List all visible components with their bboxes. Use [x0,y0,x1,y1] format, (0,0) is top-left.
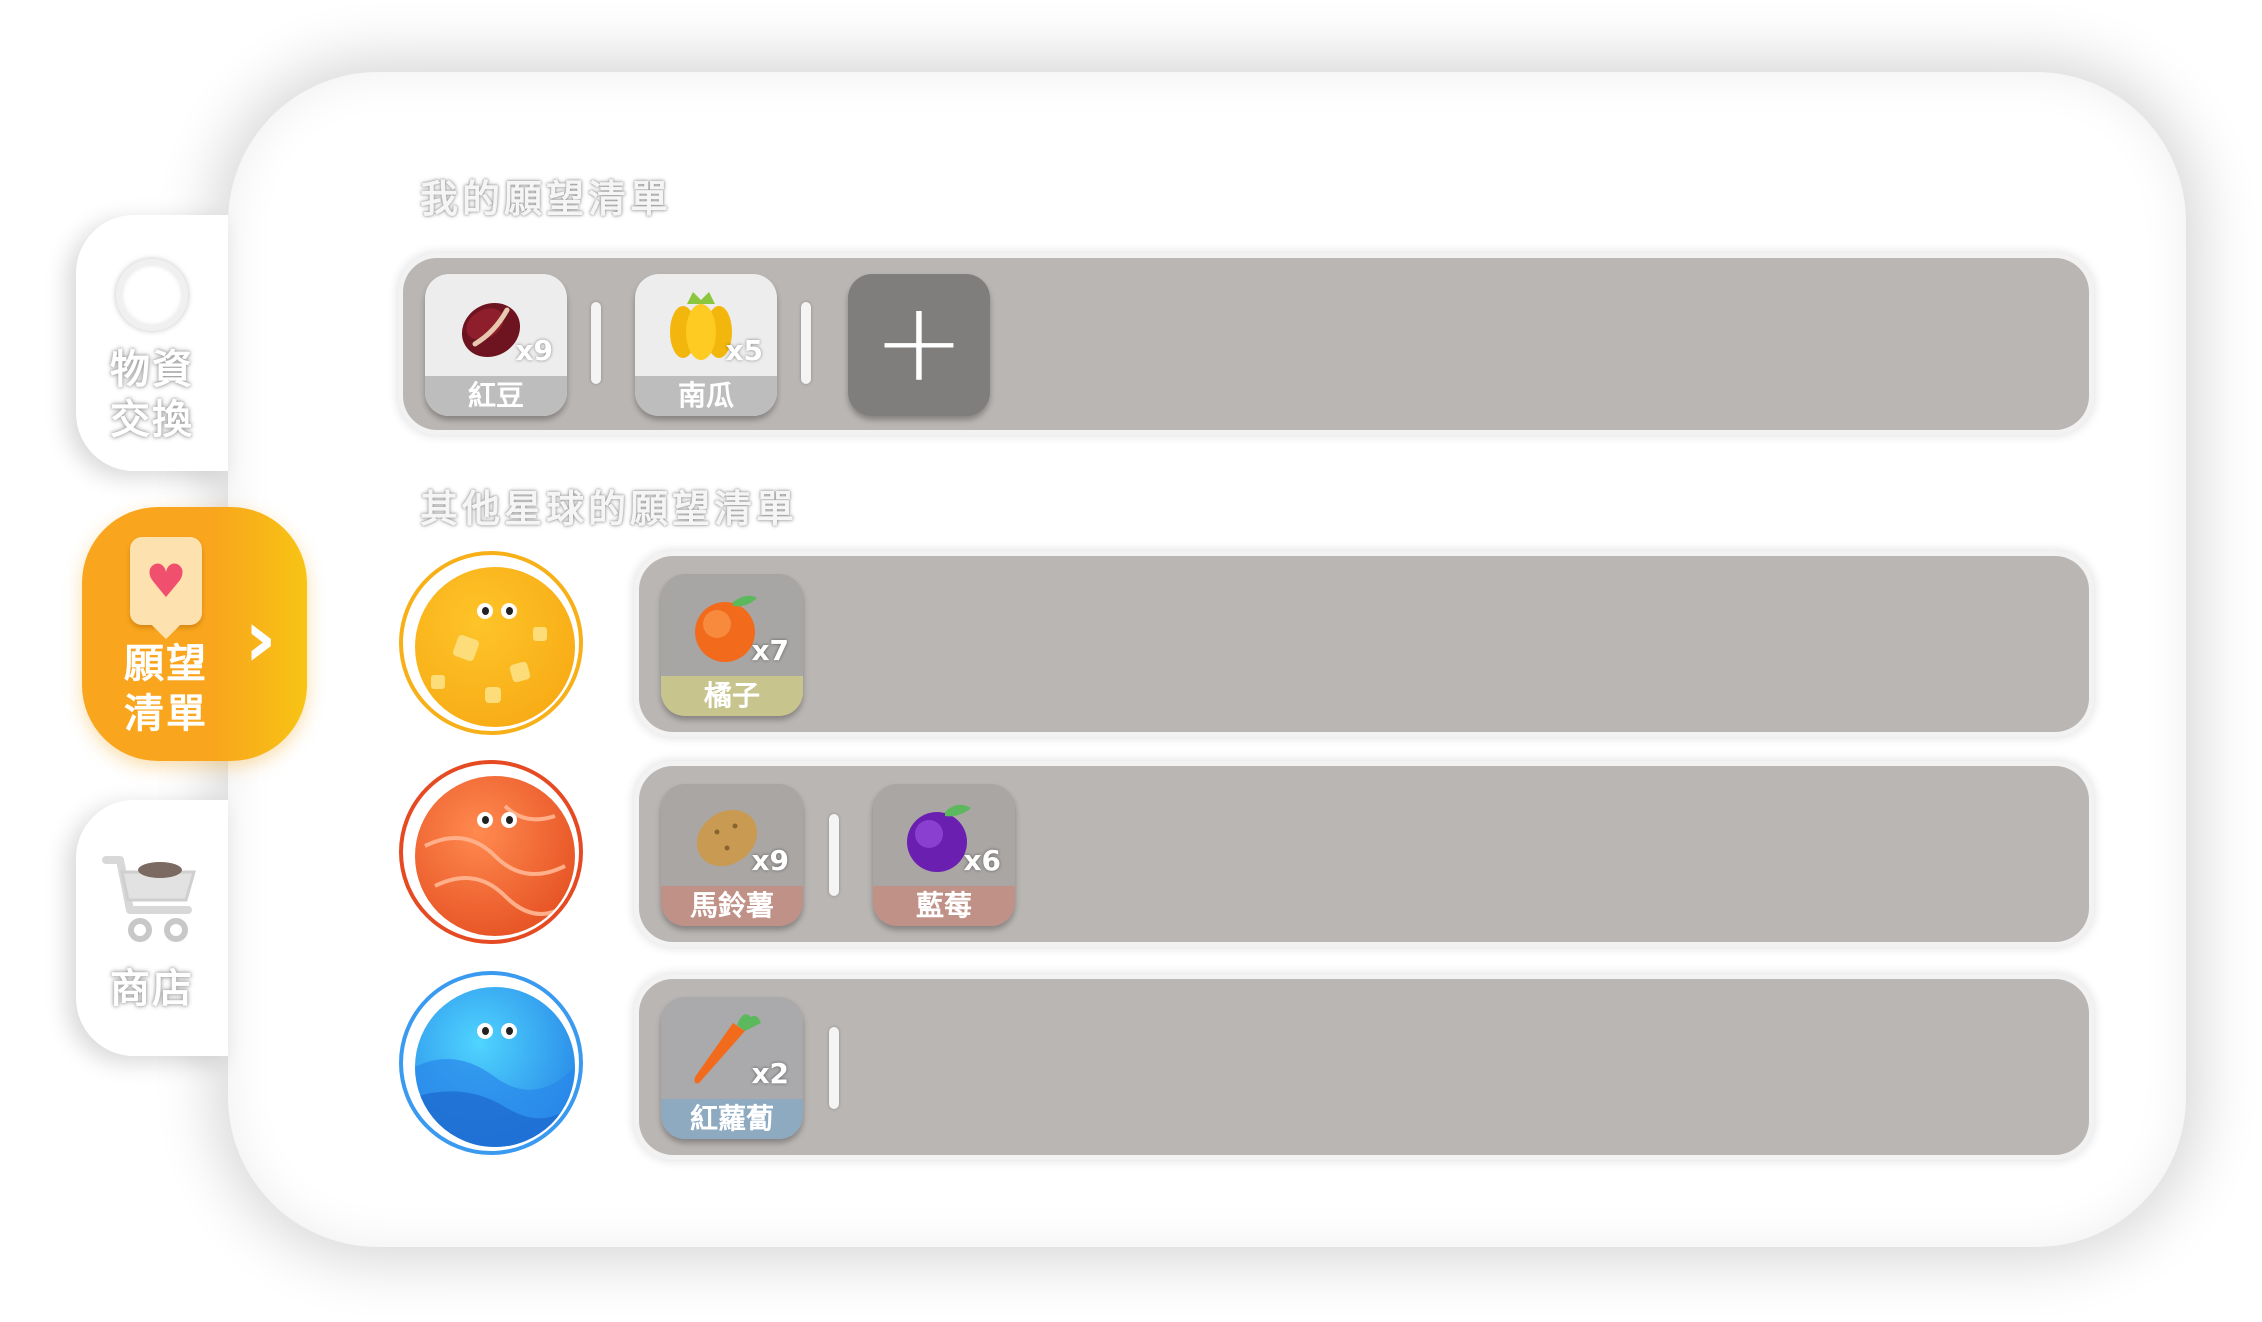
item-name: 紅豆 [425,376,567,416]
item-qty: x7 [751,634,789,667]
tab-wishlist[interactable]: ♥ 願望 清單 › [82,507,307,761]
add-item-button[interactable]: + [848,274,990,416]
planet-item-potato[interactable]: x9 馬鈴薯 [661,784,803,926]
planet-3-wishlist-row: x2 紅蘿蔔 [639,979,2089,1155]
tab-shop[interactable]: 商店 [76,800,228,1056]
my-wishlist-row: x9 紅豆 x5 南瓜 + [403,258,2089,430]
item-name: 橘子 [661,676,803,716]
item-name: 藍莓 [873,886,1015,926]
divider [591,302,601,384]
item-qty: x6 [963,844,1001,877]
wish-item-pumpkin[interactable]: x5 南瓜 [635,274,777,416]
blue-planet-avatar[interactable] [399,971,583,1155]
item-qty: x9 [515,334,553,367]
divider [801,302,811,384]
tab-trade-label-2: 交換 [110,397,194,443]
planet-2-wishlist-row: x9 馬鈴薯 x6 藍莓 [639,766,2089,942]
planet-item-orange[interactable]: x7 橘子 [661,574,803,716]
planet-1-wishlist-row: x7 橘子 [639,556,2089,732]
heart-card-icon: ♥ [130,537,202,625]
tab-wishlist-label-1: 願望 [124,641,208,687]
tab-wishlist-label-2: 清單 [124,691,208,737]
item-qty: x2 [751,1057,789,1090]
my-wishlist-title: 我的願望清單 [420,177,673,221]
item-name: 馬鈴薯 [661,886,803,926]
tab-trade-label-1: 物資 [110,347,194,393]
planet-item-carrot[interactable]: x2 紅蘿蔔 [661,997,803,1139]
wish-item-red-bean[interactable]: x9 紅豆 [425,274,567,416]
item-name: 紅蘿蔔 [661,1099,803,1139]
yellow-planet-avatar[interactable] [399,551,583,735]
planet-item-blueberry[interactable]: x6 藍莓 [873,784,1015,926]
red-planet-avatar[interactable] [399,760,583,944]
item-qty: x5 [725,334,763,367]
item-qty: x9 [751,844,789,877]
circle-icon [116,259,188,331]
tab-trade[interactable]: 物資 交換 [76,215,228,471]
tab-shop-label: 商店 [110,966,194,1012]
heart-icon: ♥ [145,554,187,608]
divider [829,814,839,896]
item-name: 南瓜 [635,376,777,416]
chevron-right-icon: › [244,592,277,685]
shopping-cart-icon [102,852,202,948]
other-wishlists-title: 其他星球的願望清單 [420,487,799,531]
divider [829,1027,839,1109]
